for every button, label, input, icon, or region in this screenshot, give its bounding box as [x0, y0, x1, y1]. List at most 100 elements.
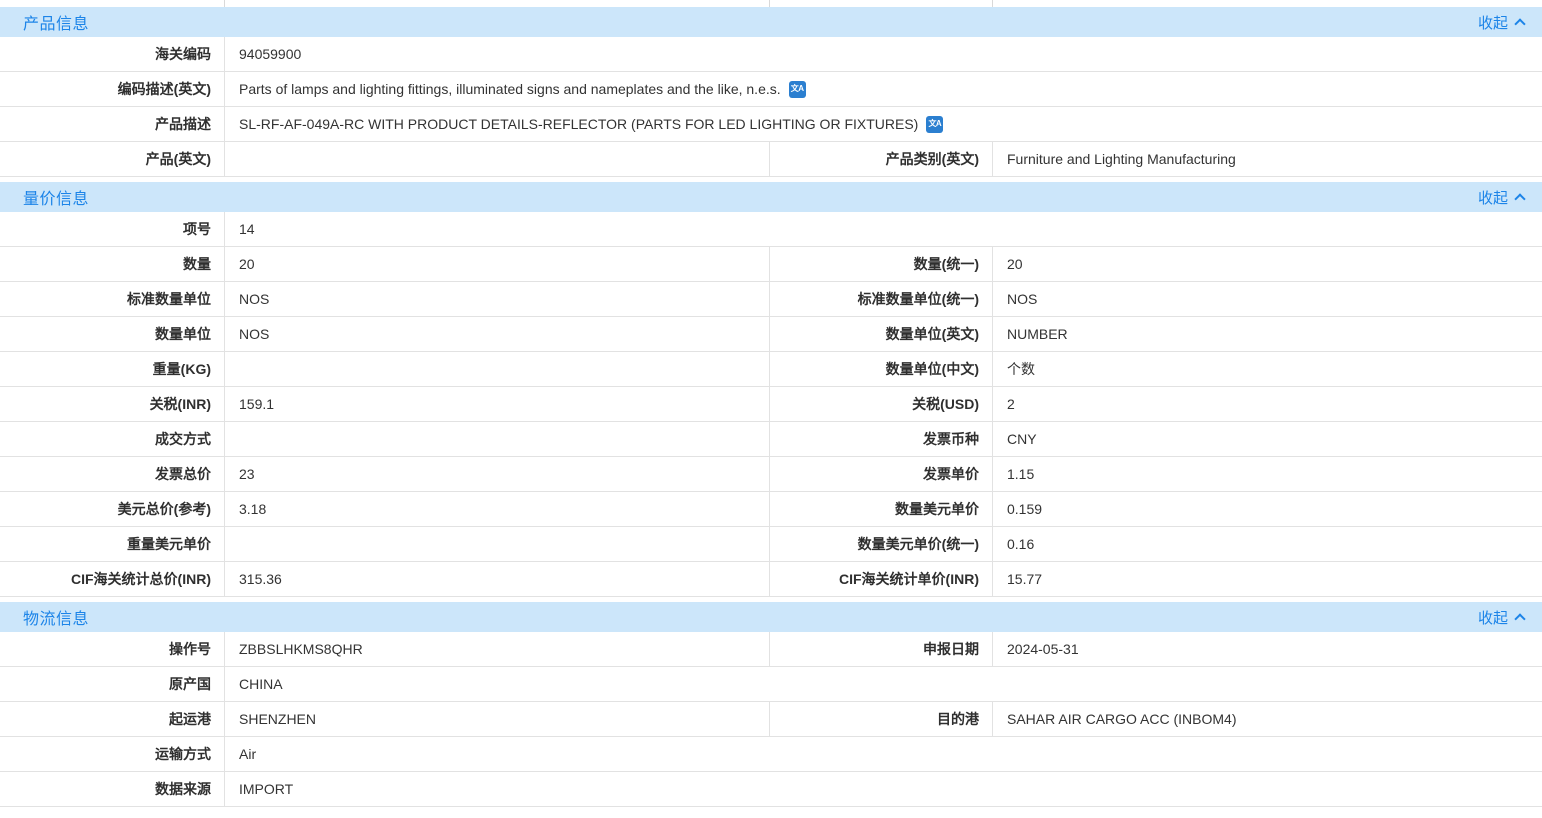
row-duty-inr: 关税(INR) 159.1 关税(USD) 2 — [0, 387, 1542, 422]
field-value: 0.159 — [993, 492, 1542, 526]
partial-cell — [0, 0, 225, 7]
row-data-source: 数据来源 IMPORT — [0, 772, 1542, 807]
field-label: 成交方式 — [0, 422, 225, 456]
row-country-of-origin: 原产国 CHINA — [0, 667, 1542, 702]
field-value: Parts of lamps and lighting fittings, il… — [225, 72, 1542, 106]
field-value: NOS — [225, 317, 770, 351]
field-label: 发票币种 — [770, 422, 993, 456]
field-label: 发票总价 — [0, 457, 225, 491]
partial-cell — [770, 0, 993, 7]
collapse-button-product-info[interactable]: 收起 — [1478, 7, 1542, 37]
field-label: 操作号 — [0, 632, 225, 666]
field-value: 3.18 — [225, 492, 770, 526]
field-label: 数据来源 — [0, 772, 225, 806]
field-value: CHINA — [225, 667, 1542, 701]
section-title-quantity-price-info: 量价信息 — [5, 185, 89, 209]
row-invoice-total: 发票总价 23 发票单价 1.15 — [0, 457, 1542, 492]
chevron-up-icon — [1514, 18, 1525, 29]
field-label: 关税(INR) — [0, 387, 225, 421]
section-header-quantity-price-info: 量价信息 收起 — [0, 182, 1542, 212]
field-label: 申报日期 — [770, 632, 993, 666]
field-label: 标准数量单位(统一) — [770, 282, 993, 316]
row-port-of-loading: 起运港 SHENZHEN 目的港 SAHAR AIR CARGO ACC (IN… — [0, 702, 1542, 737]
field-value: 个数 — [993, 352, 1542, 386]
field-value: 315.36 — [225, 562, 770, 596]
row-quantity-unit: 数量单位 NOS 数量单位(英文) NUMBER — [0, 317, 1542, 352]
field-label: 项号 — [0, 212, 225, 246]
field-value: NOS — [993, 282, 1542, 316]
field-label: 海关编码 — [0, 37, 225, 71]
partial-cell — [225, 0, 770, 7]
row-std-quantity-unit: 标准数量单位 NOS 标准数量单位(统一) NOS — [0, 282, 1542, 317]
field-value-text: SL-RF-AF-049A-RC WITH PRODUCT DETAILS-RE… — [239, 116, 918, 132]
field-value: 2024-05-31 — [993, 632, 1542, 666]
field-label: 关税(USD) — [770, 387, 993, 421]
field-label: 标准数量单位 — [0, 282, 225, 316]
field-label: 原产国 — [0, 667, 225, 701]
field-value: IMPORT — [225, 772, 1542, 806]
row-product-description: 产品描述 SL-RF-AF-049A-RC WITH PRODUCT DETAI… — [0, 107, 1542, 142]
row-hs-code: 海关编码 94059900 — [0, 37, 1542, 72]
row-transport-mode: 运输方式 Air — [0, 737, 1542, 772]
collapse-button-quantity-price-info[interactable]: 收起 — [1478, 182, 1542, 212]
field-label: 重量(KG) — [0, 352, 225, 386]
field-value: NOS — [225, 282, 770, 316]
field-value — [225, 422, 770, 456]
partial-row-above — [0, 0, 1542, 7]
row-weight-usd-unit-price: 重量美元单价 数量美元单价(统一) 0.16 — [0, 527, 1542, 562]
row-hs-description-en: 编码描述(英文) Parts of lamps and lighting fit… — [0, 72, 1542, 107]
partial-cell — [993, 0, 1542, 7]
field-value: SAHAR AIR CARGO ACC (INBOM4) — [993, 702, 1542, 736]
field-value: 14 — [225, 212, 1542, 246]
field-label: 产品(英文) — [0, 142, 225, 176]
field-value — [225, 527, 770, 561]
field-value-text: 14 — [239, 221, 255, 237]
collapse-label: 收起 — [1478, 12, 1508, 33]
field-label: 数量单位 — [0, 317, 225, 351]
field-label: 发票单价 — [770, 457, 993, 491]
field-label: 起运港 — [0, 702, 225, 736]
field-label: 产品类别(英文) — [770, 142, 993, 176]
field-value: 20 — [993, 247, 1542, 281]
row-weight-kg: 重量(KG) 数量单位(中文) 个数 — [0, 352, 1542, 387]
field-value: 2 — [993, 387, 1542, 421]
field-label: CIF海关统计总价(INR) — [0, 562, 225, 596]
field-value: 94059900 — [225, 37, 1542, 71]
field-value-text: CHINA — [239, 676, 283, 692]
field-value: NUMBER — [993, 317, 1542, 351]
field-label: 数量美元单价 — [770, 492, 993, 526]
row-operation-no: 操作号 ZBBSLHKMS8QHR 申报日期 2024-05-31 — [0, 632, 1542, 667]
field-value-text: Air — [239, 746, 256, 762]
field-label: 数量美元单价(统一) — [770, 527, 993, 561]
field-value-text: Parts of lamps and lighting fittings, il… — [239, 81, 781, 97]
section-header-logistics-info: 物流信息 收起 — [0, 602, 1542, 632]
field-label: CIF海关统计单价(INR) — [770, 562, 993, 596]
translate-icon[interactable]: 文A — [926, 116, 943, 133]
collapse-label: 收起 — [1478, 187, 1508, 208]
field-value: 1.15 — [993, 457, 1542, 491]
section-header-product-info: 产品信息 收起 — [0, 7, 1542, 37]
section-title-logistics-info: 物流信息 — [5, 605, 89, 629]
field-label: 产品描述 — [0, 107, 225, 141]
row-trade-terms: 成交方式 发票币种 CNY — [0, 422, 1542, 457]
row-usd-total: 美元总价(参考) 3.18 数量美元单价 0.159 — [0, 492, 1542, 527]
field-value — [225, 142, 770, 176]
row-quantity: 数量 20 数量(统一) 20 — [0, 247, 1542, 282]
collapse-button-logistics-info[interactable]: 收起 — [1478, 602, 1542, 632]
field-value — [225, 352, 770, 386]
section-product-info: 产品信息 收起 海关编码 94059900 编码描述(英文) Parts of … — [0, 7, 1542, 177]
field-value: 159.1 — [225, 387, 770, 421]
section-logistics-info: 物流信息 收起 操作号 ZBBSLHKMS8QHR 申报日期 2024-05-3… — [0, 602, 1542, 807]
field-label: 编码描述(英文) — [0, 72, 225, 106]
field-value: CNY — [993, 422, 1542, 456]
chevron-up-icon — [1514, 613, 1525, 624]
section-quantity-price-info: 量价信息 收起 项号 14 数量 20 数量(统一) 20 标准数量单位 NOS… — [0, 182, 1542, 597]
field-value: ZBBSLHKMS8QHR — [225, 632, 770, 666]
translate-icon[interactable]: 文A — [789, 81, 806, 98]
section-title-product-info: 产品信息 — [5, 10, 89, 34]
row-cif-customs-total: CIF海关统计总价(INR) 315.36 CIF海关统计单价(INR) 15.… — [0, 562, 1542, 597]
chevron-up-icon — [1514, 193, 1525, 204]
field-value-text: 94059900 — [239, 46, 301, 62]
field-value: 23 — [225, 457, 770, 491]
field-value: Air — [225, 737, 1542, 771]
